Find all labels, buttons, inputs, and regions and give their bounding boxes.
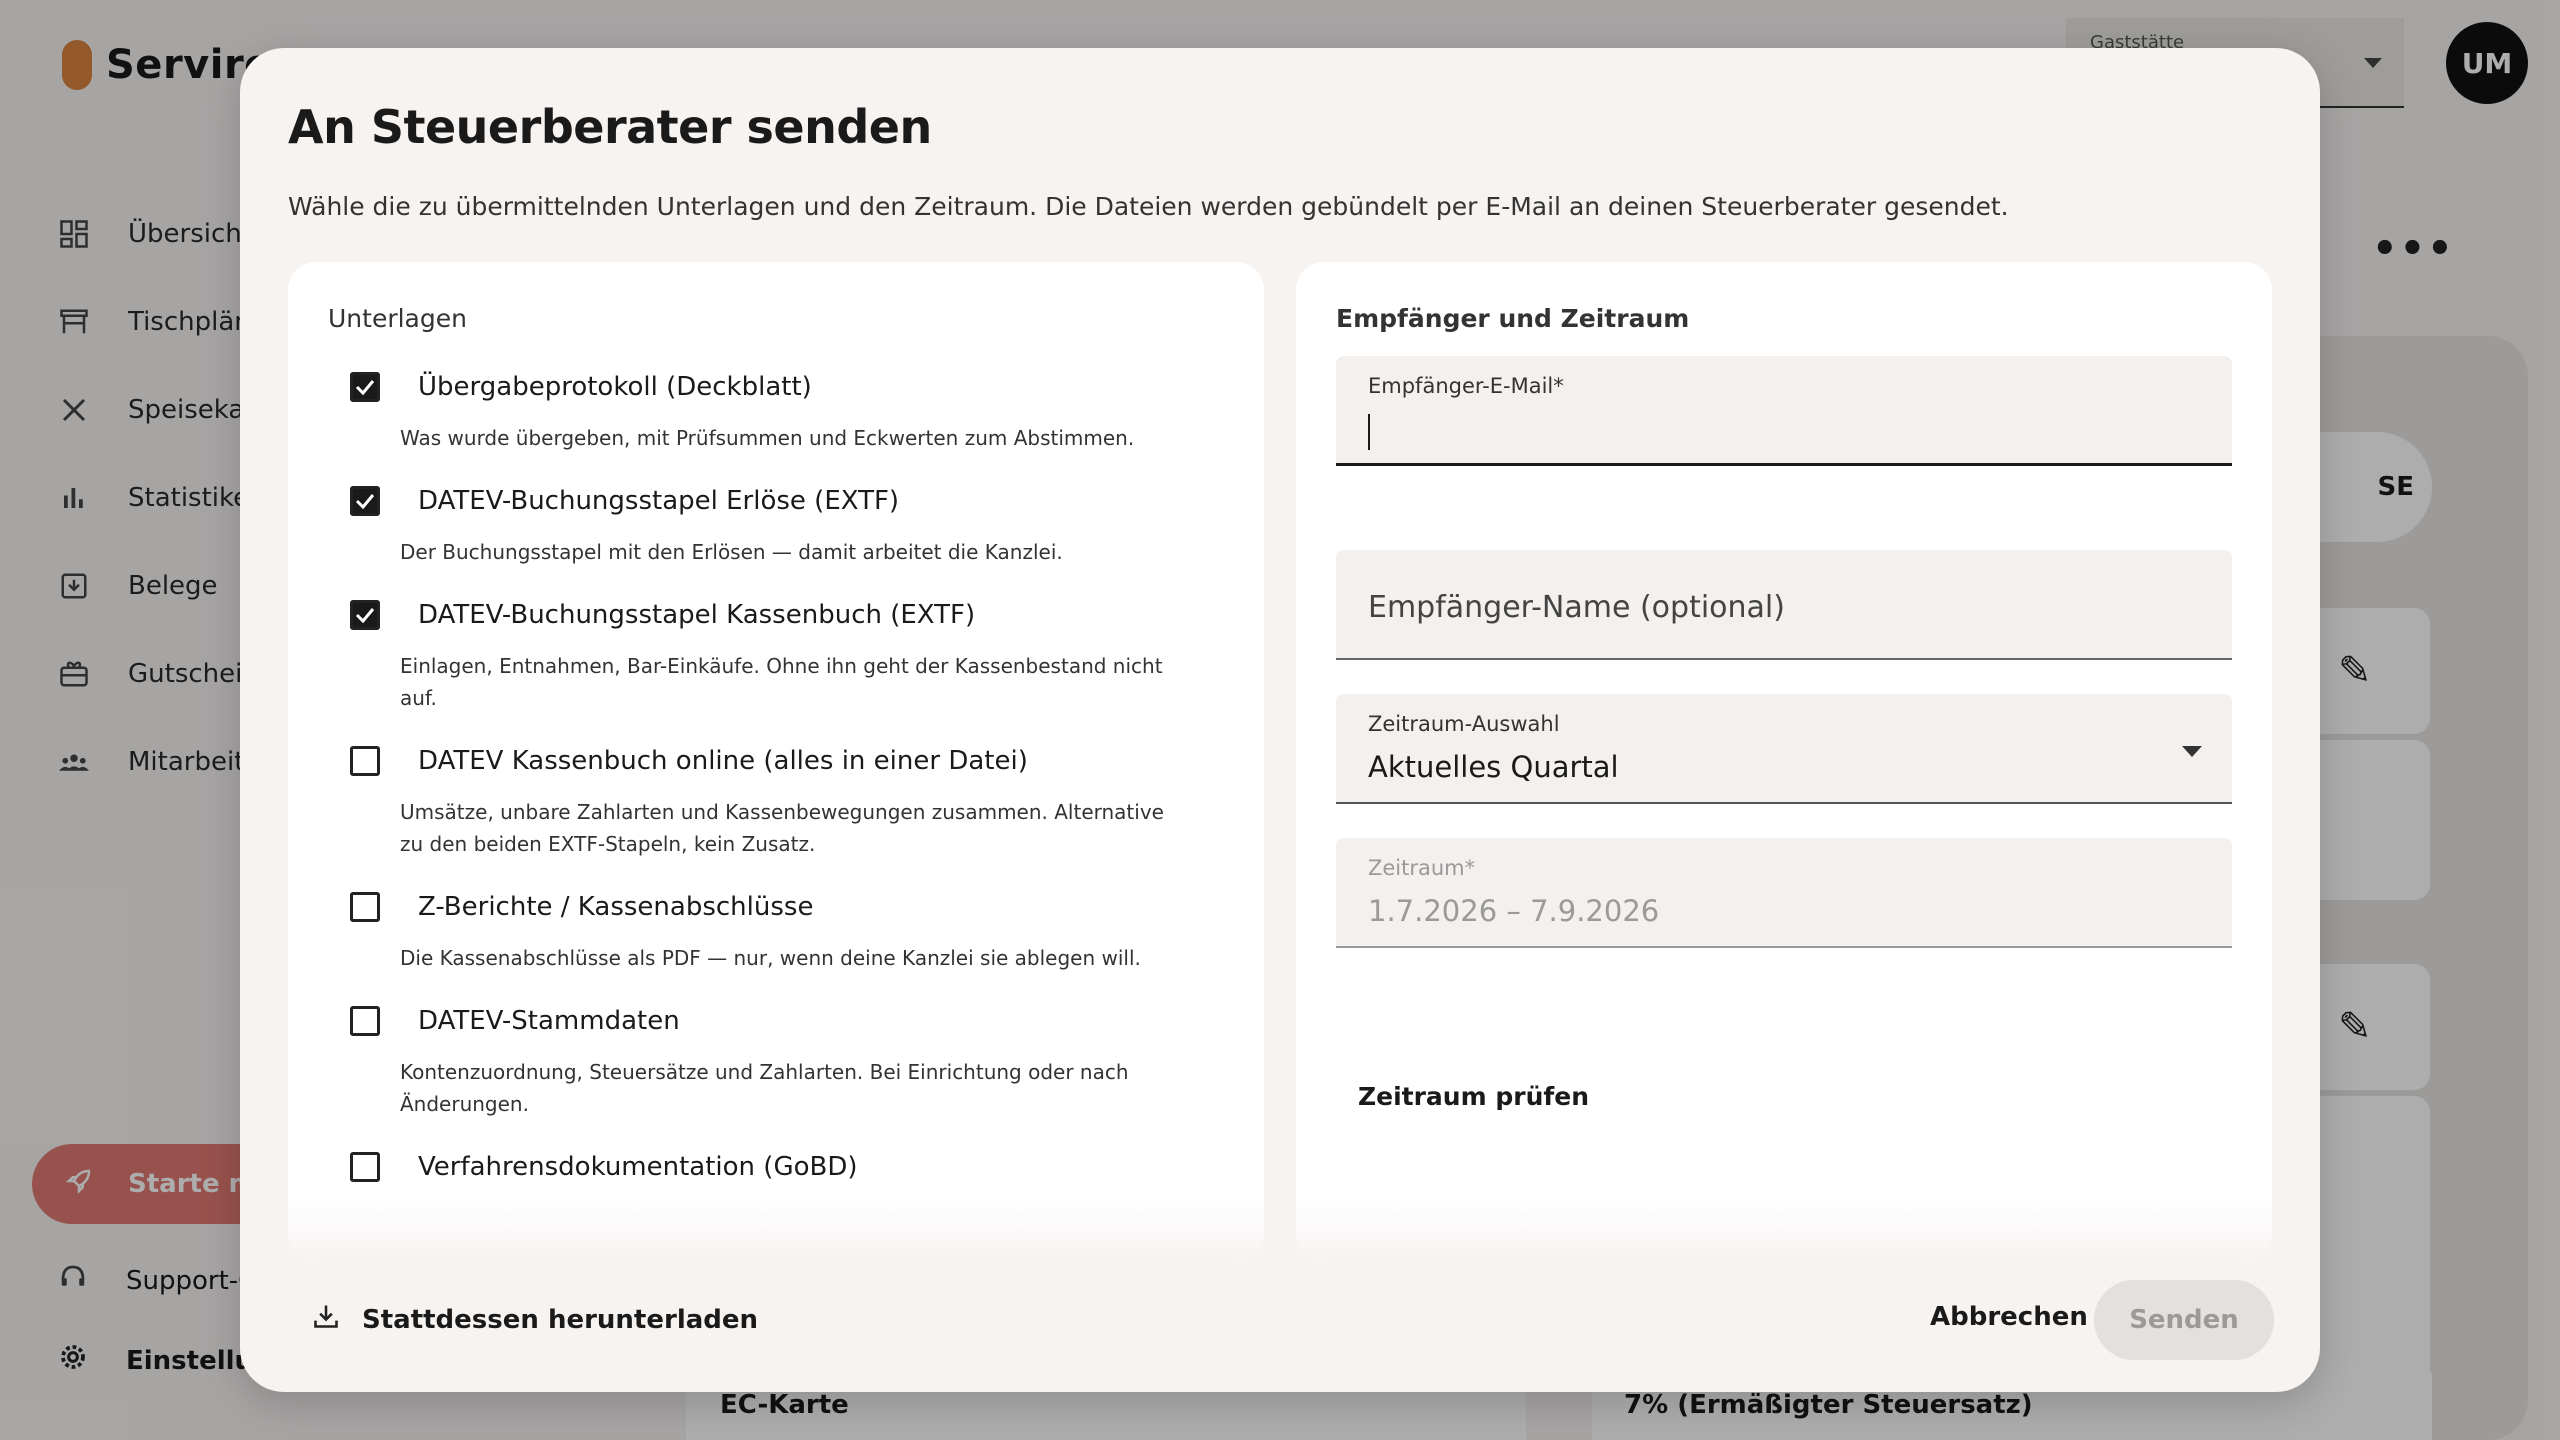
dialog-title: An Steuerberater senden <box>288 100 932 154</box>
scroll-fade <box>288 1202 1264 1262</box>
date-range-label: Zeitraum* <box>1368 856 1476 880</box>
check-icon <box>355 608 375 624</box>
period-select-label: Zeitraum-Auswahl <box>1368 712 1560 736</box>
document-description: Die Kassenabschlüsse als PDF — nur, wenn… <box>400 946 1141 970</box>
download-label: Stattdessen herunterladen <box>362 1304 759 1335</box>
checkbox-unchecked[interactable] <box>350 892 380 922</box>
send-button[interactable]: Senden <box>2094 1280 2274 1360</box>
text-cursor <box>1368 414 1370 450</box>
checkbox-checked[interactable] <box>350 372 380 402</box>
document-item: Verfahrensdokumentation (GoBD) <box>328 1142 1228 1192</box>
period-select-value: Aktuelles Quartal <box>1368 750 1619 784</box>
documents-list: Übergabeprotokoll (Deckblatt) Was wurde … <box>328 362 1228 1214</box>
checkbox-unchecked[interactable] <box>350 1152 380 1182</box>
document-description: Einlagen, Entnahmen, Bar-Einkäufe. Ohne … <box>400 654 1163 710</box>
check-period-button[interactable]: Zeitraum prüfen <box>1358 1082 1589 1111</box>
checkbox-checked[interactable] <box>350 486 380 516</box>
recipient-title: Empfänger und Zeitraum <box>1336 304 1690 333</box>
checkbox-unchecked[interactable] <box>350 746 380 776</box>
document-label: DATEV Kassenbuch online (alles in einer … <box>418 746 1028 776</box>
document-option[interactable]: DATEV Kassenbuch online (alles in einer … <box>328 736 1228 786</box>
document-label: Z-Berichte / Kassenabschlüsse <box>418 892 814 922</box>
document-option[interactable]: Verfahrensdokumentation (GoBD) <box>328 1142 1228 1192</box>
recipient-name-placeholder: Empfänger-Name (optional) <box>1368 590 1785 625</box>
document-label: Übergabeprotokoll (Deckblatt) <box>418 372 812 402</box>
check-icon <box>355 494 375 510</box>
document-description: Was wurde übergeben, mit Prüfsummen und … <box>400 426 1135 450</box>
document-description: Der Buchungsstapel mit den Erlösen — dam… <box>400 540 1063 564</box>
document-option[interactable]: Z-Berichte / Kassenabschlüsse <box>328 882 1228 932</box>
date-range-value: 1.7.2026 – 7.9.2026 <box>1368 894 1660 928</box>
document-description: Umsätze, unbare Zahlarten und Kassenbewe… <box>400 800 1164 856</box>
document-option[interactable]: DATEV-Buchungsstapel Erlöse (EXTF) <box>328 476 1228 526</box>
document-item: DATEV Kassenbuch online (alles in einer … <box>328 736 1228 860</box>
document-item: Übergabeprotokoll (Deckblatt) Was wurde … <box>328 362 1228 454</box>
cancel-button[interactable]: Abbrechen <box>1930 1302 2088 1332</box>
document-label: DATEV-Buchungsstapel Kassenbuch (EXTF) <box>418 600 976 630</box>
dialog-description: Wähle die zu übermittelnden Unterlagen u… <box>288 192 2009 221</box>
recipient-panel: Empfänger und Zeitraum Empfänger-E-Mail*… <box>1296 262 2272 1262</box>
email-field-label: Empfänger-E-Mail* <box>1368 374 1564 398</box>
date-range-field: Zeitraum* 1.7.2026 – 7.9.2026 <box>1336 838 2232 948</box>
download-instead-button[interactable]: Stattdessen herunterladen <box>312 1302 758 1337</box>
scroll-fade <box>1296 1202 2272 1262</box>
send-to-tax-advisor-dialog: An Steuerberater senden Wähle die zu übe… <box>240 48 2320 1392</box>
document-description: Kontenzuordnung, Steuersätze und Zahlart… <box>400 1060 1129 1116</box>
checkbox-unchecked[interactable] <box>350 1006 380 1036</box>
document-option[interactable]: DATEV-Buchungsstapel Kassenbuch (EXTF) <box>328 590 1228 640</box>
recipient-name-field[interactable]: Empfänger-Name (optional) <box>1336 550 2232 660</box>
document-item: Z-Berichte / Kassenabschlüsse Die Kassen… <box>328 882 1228 974</box>
document-item: DATEV-Buchungsstapel Erlöse (EXTF) Der B… <box>328 476 1228 568</box>
email-field[interactable]: Empfänger-E-Mail* <box>1336 356 2232 466</box>
document-label: DATEV-Stammdaten <box>418 1006 680 1036</box>
document-item: DATEV-Buchungsstapel Kassenbuch (EXTF) E… <box>328 590 1228 714</box>
download-icon <box>312 1302 340 1337</box>
chevron-down-icon[interactable] <box>2182 746 2202 757</box>
documents-title: Unterlagen <box>328 304 467 333</box>
document-label: DATEV-Buchungsstapel Erlöse (EXTF) <box>418 486 900 516</box>
document-label: Verfahrensdokumentation (GoBD) <box>418 1152 858 1182</box>
check-icon <box>355 380 375 396</box>
document-option[interactable]: Übergabeprotokoll (Deckblatt) <box>328 362 1228 412</box>
period-select[interactable]: Zeitraum-Auswahl Aktuelles Quartal <box>1336 694 2232 804</box>
documents-panel: Unterlagen Übergabeprotokoll (Deckblatt)… <box>288 262 1264 1262</box>
document-item: DATEV-Stammdaten Kontenzuordnung, Steuer… <box>328 996 1228 1120</box>
checkbox-checked[interactable] <box>350 600 380 630</box>
document-option[interactable]: DATEV-Stammdaten <box>328 996 1228 1046</box>
